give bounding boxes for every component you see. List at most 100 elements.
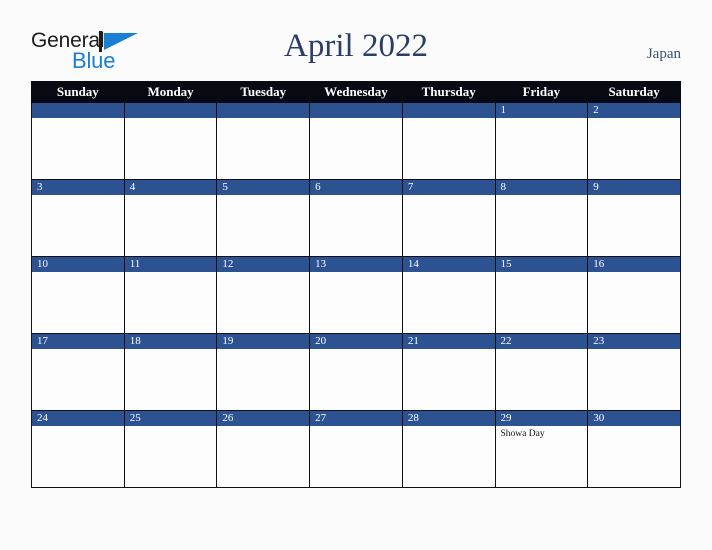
- day-events: [403, 426, 495, 428]
- country-label: Japan: [646, 46, 681, 62]
- day-events: [32, 195, 124, 197]
- day-number: 7: [402, 180, 495, 195]
- day-number: 24: [32, 411, 124, 426]
- day-number: [217, 103, 310, 118]
- day-events: [32, 272, 124, 274]
- day-events: [217, 272, 309, 274]
- day-events: [310, 118, 402, 120]
- calendar-day-cell[interactable]: [309, 102, 403, 180]
- calendar-day-cell[interactable]: 24: [31, 410, 125, 488]
- day-number: 2: [588, 103, 680, 118]
- day-events: [496, 118, 588, 120]
- page-title: April 2022: [284, 28, 428, 64]
- day-events: [496, 195, 588, 197]
- day-events: [125, 426, 217, 428]
- calendar-day-cell[interactable]: 13: [309, 256, 403, 334]
- calendar-day-cell[interactable]: 6: [309, 179, 403, 257]
- day-events: [310, 272, 402, 274]
- calendar-day-cell[interactable]: 1: [494, 102, 589, 180]
- calendar-day-cell[interactable]: [216, 102, 311, 180]
- day-events: [403, 118, 495, 120]
- day-events: [125, 272, 217, 274]
- day-number: 6: [310, 180, 402, 195]
- calendar-day-cell[interactable]: 20: [309, 333, 403, 411]
- calendar-body: 1 2 3 4 5 6 7 8 9 10 11 12 13 14 15 16 17 18 19 20 21 22 23 24 2…: [31, 102, 681, 488]
- calendar-week-row: 17 18 19 20 21 22 23: [31, 333, 681, 411]
- day-events: [125, 195, 217, 197]
- day-events: [403, 272, 495, 274]
- day-number: [402, 103, 495, 118]
- calendar-page: General Blue April 2022 Japan Sunday Mon…: [0, 0, 712, 550]
- day-number: 30: [588, 411, 680, 426]
- calendar-day-cell[interactable]: 29 Showa Day: [494, 410, 589, 488]
- weekday-header-row: Sunday Monday Tuesday Wednesday Thursday…: [31, 81, 681, 103]
- day-events: [125, 118, 217, 120]
- weekday-header-monday: Monday: [123, 81, 218, 103]
- calendar-day-cell[interactable]: 5: [216, 179, 311, 257]
- calendar-day-cell[interactable]: 4: [123, 179, 218, 257]
- day-number: [32, 103, 124, 118]
- calendar-day-cell[interactable]: 23: [587, 333, 681, 411]
- holiday-label: Showa Day: [500, 429, 545, 439]
- calendar-day-cell[interactable]: 18: [123, 333, 218, 411]
- day-events: [310, 195, 402, 197]
- day-events: [588, 118, 680, 120]
- day-number: 1: [495, 103, 588, 118]
- day-number: 8: [495, 180, 588, 195]
- day-events: [403, 349, 495, 351]
- calendar-week-row: 24 25 26 27 28 29 Showa Day 30: [31, 410, 681, 488]
- day-events: [588, 426, 680, 428]
- calendar-day-cell[interactable]: 28: [401, 410, 496, 488]
- day-events: [217, 195, 309, 197]
- calendar-day-cell[interactable]: 2: [587, 102, 681, 180]
- calendar-day-cell[interactable]: 25: [123, 410, 218, 488]
- day-number: 3: [32, 180, 124, 195]
- calendar-day-cell[interactable]: 15: [494, 256, 589, 334]
- day-number: 26: [217, 411, 310, 426]
- calendar-day-cell[interactable]: 19: [216, 333, 311, 411]
- calendar-grid: Sunday Monday Tuesday Wednesday Thursday…: [31, 81, 681, 488]
- calendar-day-cell[interactable]: 8: [494, 179, 589, 257]
- calendar-week-row: 10 11 12 13 14 15 16: [31, 256, 681, 334]
- day-events: [496, 349, 588, 351]
- day-number: [124, 103, 217, 118]
- day-number: 17: [32, 334, 124, 349]
- day-number: 13: [310, 257, 402, 272]
- calendar-day-cell[interactable]: 11: [123, 256, 218, 334]
- day-number: 4: [124, 180, 217, 195]
- calendar-day-cell[interactable]: 17: [31, 333, 125, 411]
- weekday-header-tuesday: Tuesday: [216, 81, 311, 103]
- calendar-day-cell[interactable]: 14: [401, 256, 496, 334]
- day-events: [125, 349, 217, 351]
- calendar-day-cell[interactable]: 10: [31, 256, 125, 334]
- day-events: Showa Day: [496, 426, 588, 440]
- day-events: [32, 349, 124, 351]
- day-number: [310, 103, 402, 118]
- calendar-day-cell[interactable]: 30: [587, 410, 681, 488]
- day-events: [32, 426, 124, 428]
- calendar-day-cell[interactable]: 12: [216, 256, 311, 334]
- day-events: [217, 118, 309, 120]
- calendar-day-cell[interactable]: 16: [587, 256, 681, 334]
- calendar-day-cell[interactable]: [123, 102, 218, 180]
- day-number: 5: [217, 180, 310, 195]
- calendar-day-cell[interactable]: 7: [401, 179, 496, 257]
- calendar-day-cell[interactable]: [31, 102, 125, 180]
- day-number: 12: [217, 257, 310, 272]
- calendar-day-cell[interactable]: 9: [587, 179, 681, 257]
- day-number: 14: [402, 257, 495, 272]
- calendar-day-cell[interactable]: 26: [216, 410, 311, 488]
- day-number: 25: [124, 411, 217, 426]
- day-events: [217, 349, 309, 351]
- calendar-day-cell[interactable]: 27: [309, 410, 403, 488]
- day-number: 22: [495, 334, 588, 349]
- day-events: [310, 349, 402, 351]
- day-events: [588, 272, 680, 274]
- calendar-day-cell[interactable]: 22: [494, 333, 589, 411]
- calendar-day-cell[interactable]: [401, 102, 496, 180]
- calendar-day-cell[interactable]: 3: [31, 179, 125, 257]
- day-number: 10: [32, 257, 124, 272]
- calendar-day-cell[interactable]: 21: [401, 333, 496, 411]
- day-number: 16: [588, 257, 680, 272]
- page-header: General Blue April 2022 Japan: [0, 0, 712, 80]
